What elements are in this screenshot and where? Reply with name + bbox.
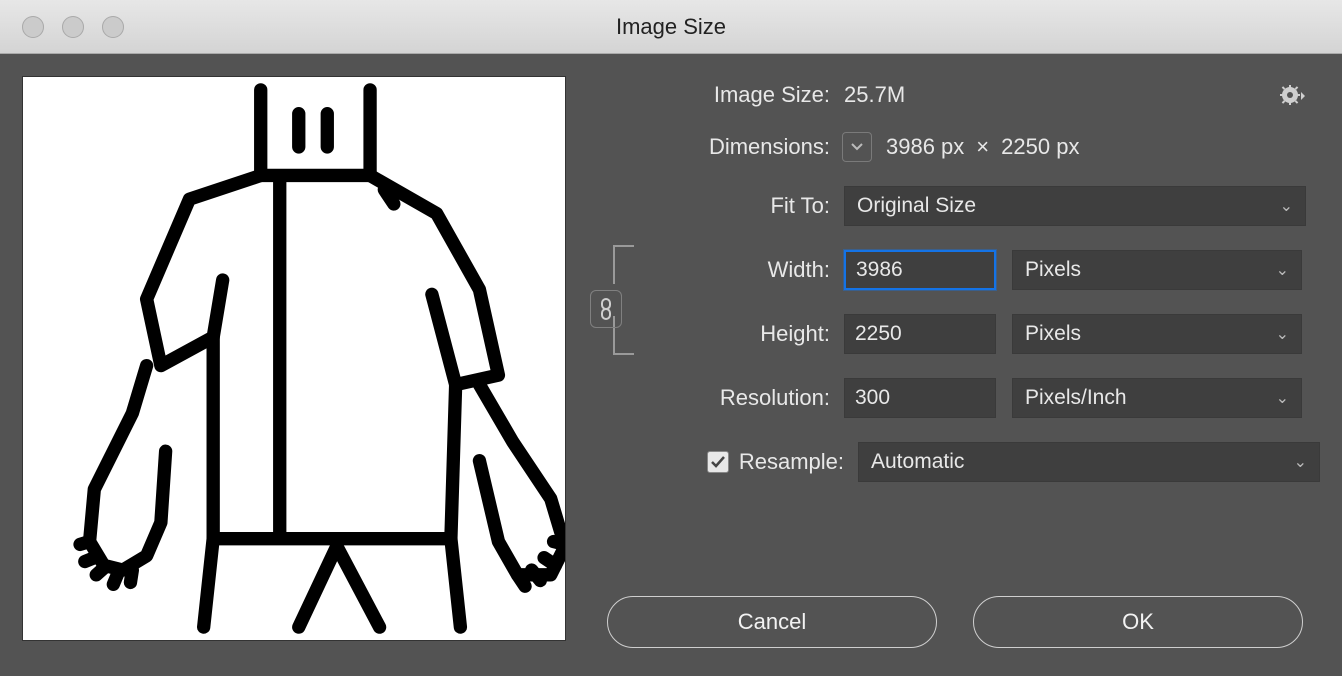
dimensions-label: Dimensions: — [600, 134, 830, 160]
resample-row: Resample: Automatic ⌄ — [600, 442, 1320, 482]
chevron-down-icon: ⌄ — [1276, 260, 1289, 280]
chevron-down-icon — [851, 143, 863, 151]
width-unit-value: Pixels — [1025, 258, 1081, 282]
dialog-content: Image Size: 25.7M Dimensions: 3986 px × … — [0, 54, 1342, 676]
resolution-label: Resolution: — [600, 385, 830, 411]
chevron-down-icon: ⌄ — [1280, 196, 1293, 216]
chevron-down-icon: ⌄ — [1276, 324, 1289, 344]
chain-link-icon — [598, 298, 614, 320]
titlebar: Image Size — [0, 0, 1342, 54]
dim-sep: × — [976, 134, 989, 160]
image-size-dialog: Image Size — [0, 0, 1342, 676]
dim-width: 3986 px — [886, 134, 964, 160]
preview-drawing — [23, 77, 565, 640]
image-preview[interactable] — [22, 76, 566, 641]
resolution-row: Resolution: Pixels/Inch ⌄ — [600, 378, 1320, 418]
cancel-button[interactable]: Cancel — [607, 596, 937, 648]
ok-button[interactable]: OK — [973, 596, 1303, 648]
fit-to-value: Original Size — [857, 194, 976, 218]
resample-label: Resample: — [739, 449, 844, 475]
image-size-row: Image Size: 25.7M — [600, 82, 1320, 108]
dialog-title: Image Size — [0, 14, 1342, 40]
dimensions-unit-toggle[interactable] — [842, 132, 872, 162]
height-label: Height: — [646, 321, 830, 347]
dialog-footer: Cancel OK — [600, 596, 1320, 648]
form-panel: Image Size: 25.7M Dimensions: 3986 px × … — [600, 76, 1320, 654]
fit-to-select[interactable]: Original Size ⌄ — [844, 186, 1306, 226]
resample-checkbox[interactable] — [707, 451, 729, 473]
height-input[interactable] — [844, 314, 996, 354]
dim-height: 2250 px — [1001, 134, 1079, 160]
width-label: Width: — [646, 257, 830, 283]
width-row: Width: Pixels ⌄ — [646, 250, 1320, 290]
height-unit-select[interactable]: Pixels ⌄ — [1012, 314, 1302, 354]
height-row: Height: Pixels ⌄ — [646, 314, 1320, 354]
resolution-input[interactable] — [844, 378, 996, 418]
constrain-proportions-toggle[interactable] — [590, 290, 622, 328]
image-size-value: 25.7M — [844, 82, 905, 108]
resample-select[interactable]: Automatic ⌄ — [858, 442, 1320, 482]
height-unit-value: Pixels — [1025, 322, 1081, 346]
chevron-down-icon: ⌄ — [1294, 452, 1307, 472]
dimensions-row: Dimensions: 3986 px × 2250 px — [600, 132, 1320, 162]
resample-value: Automatic — [871, 450, 964, 474]
width-input[interactable] — [844, 250, 996, 290]
checkmark-icon — [711, 456, 725, 468]
resolution-unit-select[interactable]: Pixels/Inch ⌄ — [1012, 378, 1302, 418]
chevron-down-icon: ⌄ — [1276, 388, 1289, 408]
width-height-group: Width: Pixels ⌄ Height: Pixels ⌄ — [646, 250, 1320, 354]
image-size-label: Image Size: — [600, 82, 830, 108]
resolution-unit-value: Pixels/Inch — [1025, 386, 1127, 410]
fit-to-row: Fit To: Original Size ⌄ — [600, 186, 1320, 226]
width-unit-select[interactable]: Pixels ⌄ — [1012, 250, 1302, 290]
fit-to-label: Fit To: — [600, 193, 830, 219]
